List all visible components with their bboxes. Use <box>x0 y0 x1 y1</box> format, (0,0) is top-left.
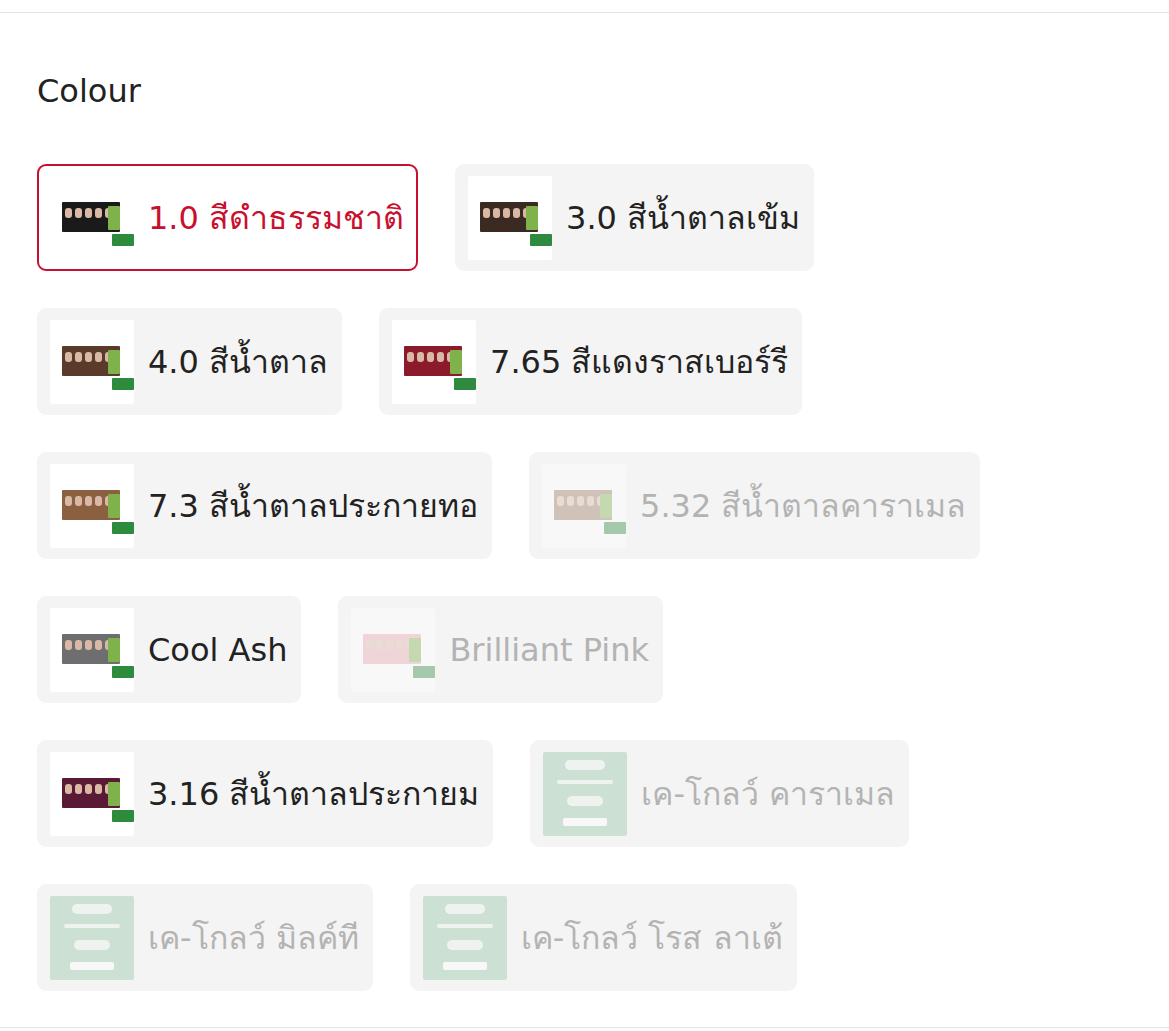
option-label: 3.0 สีน้ำตาลเข้ม <box>566 196 800 240</box>
option-label: 7.65 สีแดงราสเบอร์รี <box>490 340 788 384</box>
option-label: Brilliant Pink <box>449 628 649 672</box>
option-label: เค-โกลว์ มิลค์ที <box>148 916 359 960</box>
option-label: Cool Ash <box>148 628 287 672</box>
colour-option[interactable]: เค-โกลว์ โรส ลาเต้ <box>410 884 797 991</box>
pouch-thumbnail-icon <box>423 896 507 980</box>
colour-option[interactable]: 7.3 สีน้ำตาลประกายทอ <box>37 452 492 559</box>
pouch-thumbnail-icon <box>543 752 627 836</box>
colour-option[interactable]: Cool Ash <box>37 596 301 703</box>
option-label: 4.0 สีน้ำตาล <box>148 340 328 384</box>
colour-option[interactable]: 5.32 สีน้ำตาลคาราเมล <box>529 452 980 559</box>
colour-option[interactable]: 4.0 สีน้ำตาล <box>37 308 342 415</box>
box-thumbnail-icon <box>468 176 552 260</box>
option-label: เค-โกลว์ คาราเมล <box>641 772 895 816</box>
box-thumbnail-icon <box>50 176 134 260</box>
colour-option[interactable]: Brilliant Pink <box>338 596 663 703</box>
colour-option[interactable]: 7.65 สีแดงราสเบอร์รี <box>379 308 802 415</box>
option-label: เค-โกลว์ โรส ลาเต้ <box>521 916 783 960</box>
colour-option[interactable]: 1.0 สีดำธรรมชาติ <box>37 164 418 271</box>
section-title: Colour <box>37 71 1132 111</box>
colour-option[interactable]: 3.16 สีน้ำตาลประกายม <box>37 740 493 847</box>
box-thumbnail-icon <box>351 608 435 692</box>
box-thumbnail-icon <box>50 464 134 548</box>
option-label: 3.16 สีน้ำตาลประกายม <box>148 772 479 816</box>
colour-option[interactable]: 3.0 สีน้ำตาลเข้ม <box>455 164 814 271</box>
colour-option[interactable]: เค-โกลว์ คาราเมล <box>530 740 909 847</box>
box-thumbnail-icon <box>542 464 626 548</box>
option-label: 5.32 สีน้ำตาลคาราเมล <box>640 484 966 528</box>
colour-option[interactable]: เค-โกลว์ มิลค์ที <box>37 884 373 991</box>
box-thumbnail-icon <box>50 608 134 692</box>
pouch-thumbnail-icon <box>50 896 134 980</box>
box-thumbnail-icon <box>392 320 476 404</box>
box-thumbnail-icon <box>50 320 134 404</box>
box-thumbnail-icon <box>50 752 134 836</box>
option-label: 1.0 สีดำธรรมชาติ <box>148 196 404 240</box>
colour-section: Colour 1.0 สีดำธรรมชาติ 3.0 สีน้ำตาลเข้ม 4… <box>0 12 1169 1028</box>
option-label: 7.3 สีน้ำตาลประกายทอ <box>148 484 478 528</box>
colour-options: 1.0 สีดำธรรมชาติ 3.0 สีน้ำตาลเข้ม 4.0 สีน้… <box>37 164 1137 991</box>
